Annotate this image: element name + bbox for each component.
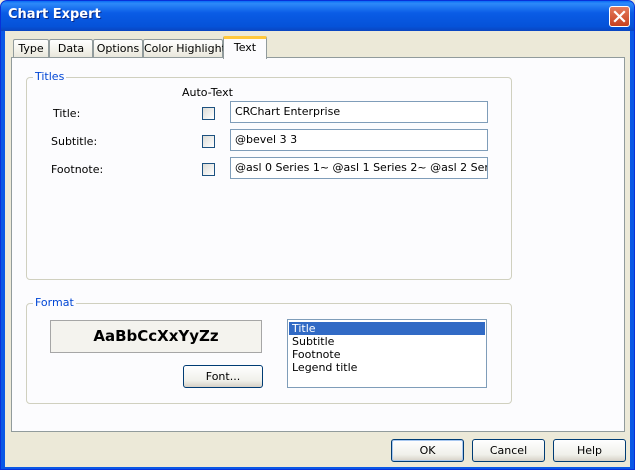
title-auto-text-checkbox[interactable] [202, 107, 215, 120]
dialog-body: Type Data Options Color Highlight Text T… [5, 31, 630, 467]
help-button[interactable]: Help [553, 439, 626, 462]
titles-group: Titles Auto-Text Title: CRChart Enterpri… [26, 70, 512, 280]
list-item[interactable]: Subtitle [289, 335, 485, 348]
tab-text[interactable]: Text [223, 36, 267, 59]
titles-group-label: Titles [33, 70, 67, 83]
cancel-button[interactable]: Cancel [472, 439, 545, 462]
list-item[interactable]: Title [289, 322, 485, 335]
list-item[interactable]: Footnote [289, 348, 485, 361]
format-group: Format AaBbCcXxYyZz Font... Title Subtit… [26, 296, 512, 404]
subtitle-input[interactable]: @bevel 3 3 [230, 129, 488, 151]
font-button[interactable]: Font... [183, 365, 263, 388]
ok-button[interactable]: OK [391, 439, 464, 462]
footnote-auto-text-checkbox[interactable] [202, 163, 215, 176]
text-tab-panel: Titles Auto-Text Title: CRChart Enterpri… [11, 57, 625, 432]
close-button[interactable] [609, 6, 630, 27]
font-preview: AaBbCcXxYyZz [50, 320, 262, 353]
tab-data[interactable]: Data [49, 39, 93, 57]
footnote-label: Footnote: [51, 163, 104, 176]
title-input[interactable]: CRChart Enterprise [230, 101, 488, 123]
subtitle-label: Subtitle: [51, 135, 98, 148]
tab-color-highlight[interactable]: Color Highlight [143, 39, 226, 57]
tab-type[interactable]: Type [13, 39, 49, 57]
footnote-input[interactable]: @asl 0 Series 1~ @asl 1 Series 2~ @asl 2… [230, 157, 488, 179]
window-title: Chart Expert [8, 7, 101, 22]
title-bar[interactable]: Chart Expert [1, 1, 634, 31]
chart-expert-window: Chart Expert Type Data Options Color Hig… [0, 0, 635, 470]
auto-text-header: Auto-Text [182, 86, 233, 99]
title-label: Title: [53, 107, 81, 120]
list-item[interactable]: Legend title [289, 361, 485, 374]
format-group-label: Format [33, 296, 76, 309]
title-type-listbox[interactable]: Title Subtitle Footnote Legend title [287, 319, 487, 388]
tab-options[interactable]: Options [93, 39, 143, 57]
subtitle-auto-text-checkbox[interactable] [202, 135, 215, 148]
